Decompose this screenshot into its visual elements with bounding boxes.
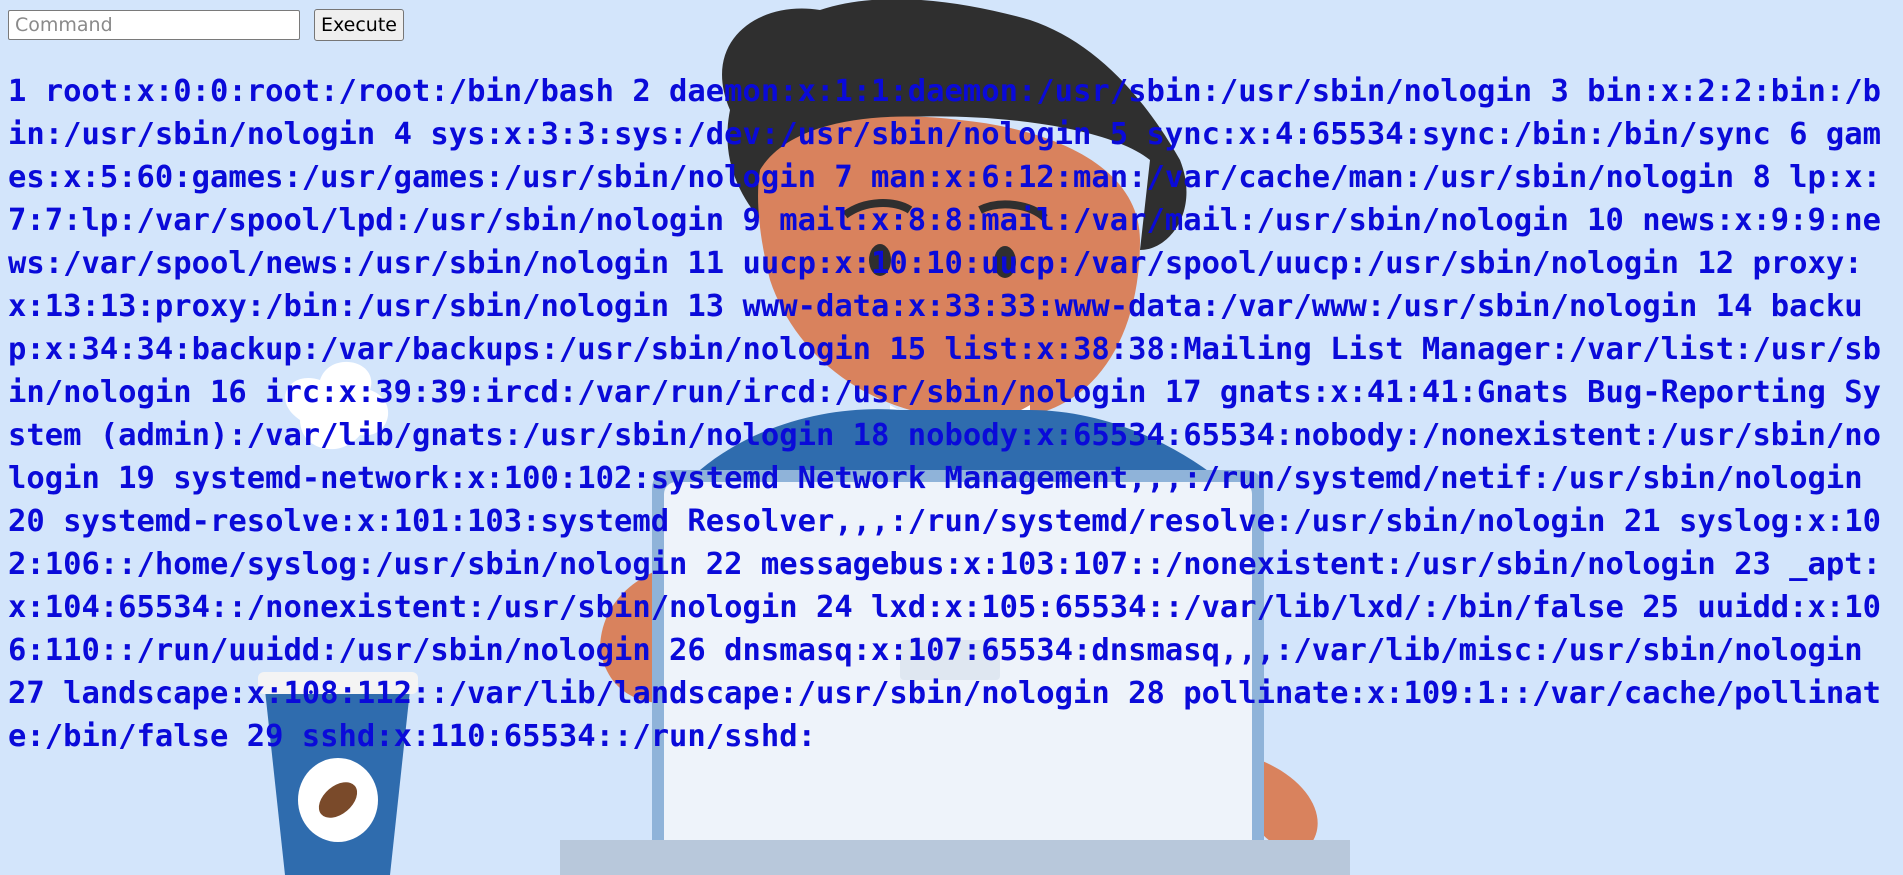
execute-button[interactable]: Execute [314, 9, 404, 41]
command-input[interactable] [8, 10, 300, 40]
command-bar: Execute [8, 9, 404, 41]
command-output-text: 1 root:x:0:0:root:/root:/bin/bash 2 daem… [8, 74, 1881, 754]
